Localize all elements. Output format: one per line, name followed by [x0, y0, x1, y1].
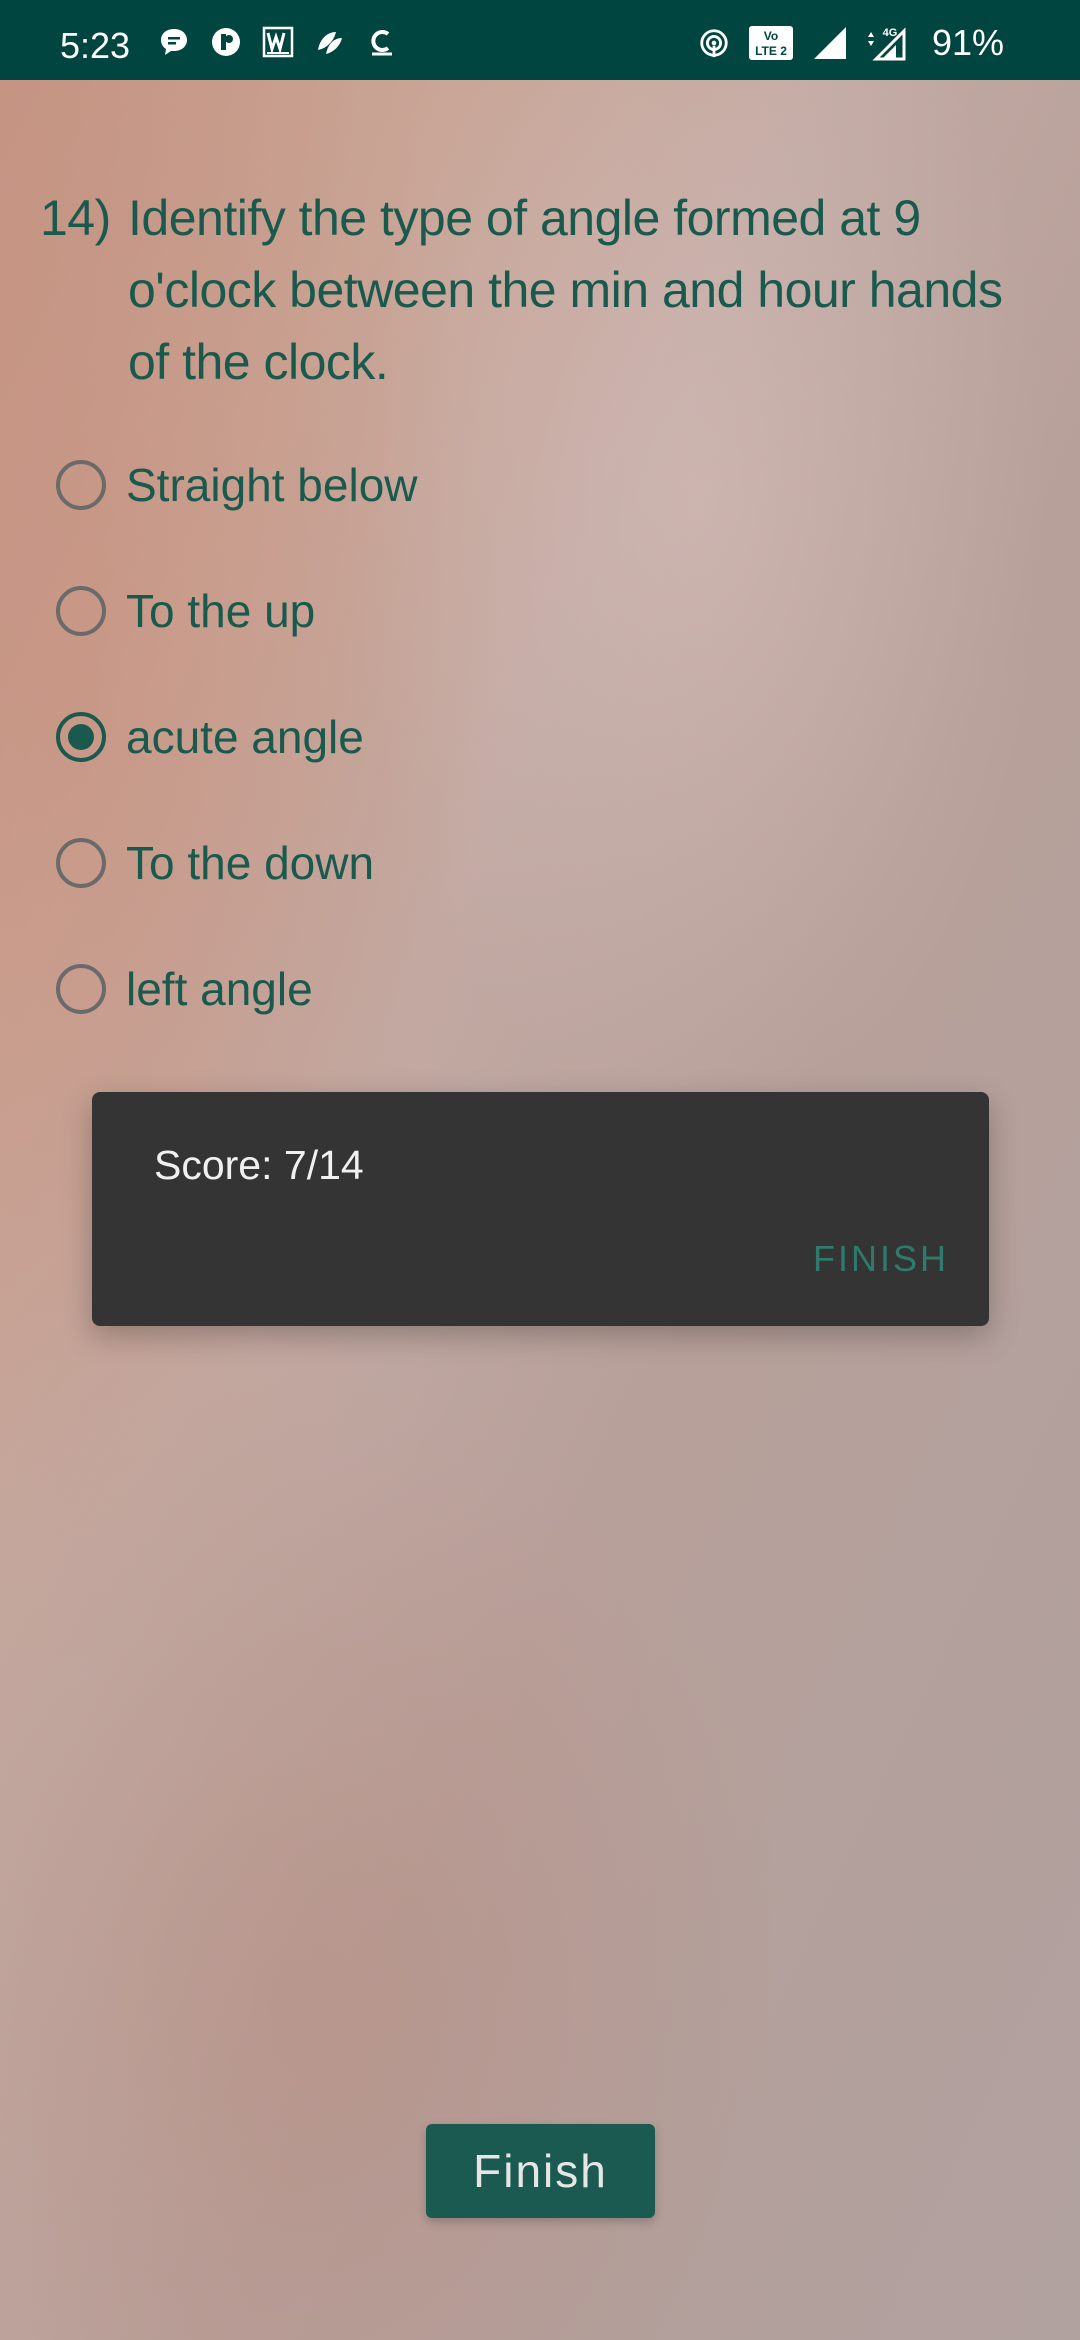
hotspot-icon [698, 27, 730, 59]
finish-button[interactable]: Finish [426, 2124, 655, 2218]
notification-icons [158, 26, 398, 58]
option-label: To the up [126, 585, 316, 637]
question: 14) Identify the type of angle formed at… [40, 182, 1040, 398]
w-app-icon [262, 26, 294, 58]
signal-icon [812, 25, 848, 61]
radio-button[interactable] [56, 460, 106, 510]
option-label: acute angle [126, 711, 364, 763]
option-to-the-up[interactable]: To the up [56, 548, 1016, 674]
svg-text:LTE 2: LTE 2 [755, 44, 787, 58]
option-label: To the down [126, 837, 375, 889]
option-straight-below[interactable]: Straight below [56, 422, 1016, 548]
radio-button[interactable] [56, 964, 106, 1014]
status-bar: 5:23 Vo LTE 2 4G 91% [0, 0, 1080, 80]
option-to-the-down[interactable]: To the down [56, 800, 1016, 926]
battery-percentage: 91% [931, 22, 1004, 63]
answer-options: Straight below To the up acute angle To … [56, 422, 1016, 1052]
option-label: Straight below [126, 459, 418, 511]
question-text: Identify the type of angle formed at 9 o… [128, 190, 1003, 390]
option-label: left angle [126, 963, 313, 1015]
score-dialog: Score: 7/14 FINISH [92, 1092, 989, 1326]
chat-bubble-icon [158, 26, 190, 58]
dialog-finish-button[interactable]: FINISH [813, 1238, 949, 1280]
status-time: 5:23 [60, 25, 131, 66]
radio-button[interactable] [56, 838, 106, 888]
app-circle-icon [210, 26, 242, 58]
radio-button-selected[interactable] [56, 712, 106, 762]
option-left-angle[interactable]: left angle [56, 926, 1016, 1052]
c-app-icon [366, 26, 398, 58]
svg-text:Vo: Vo [764, 29, 778, 43]
leaf-app-icon [314, 26, 346, 58]
option-acute-angle[interactable]: acute angle [56, 674, 1016, 800]
radio-button[interactable] [56, 586, 106, 636]
score-text: Score: 7/14 [154, 1142, 364, 1188]
signal-4g-icon: 4G [866, 25, 906, 61]
volte-icon: Vo LTE 2 [748, 25, 794, 61]
svg-text:4G: 4G [883, 27, 898, 39]
system-icons: Vo LTE 2 4G 91% [698, 22, 1004, 64]
question-number: 14) [40, 190, 111, 246]
